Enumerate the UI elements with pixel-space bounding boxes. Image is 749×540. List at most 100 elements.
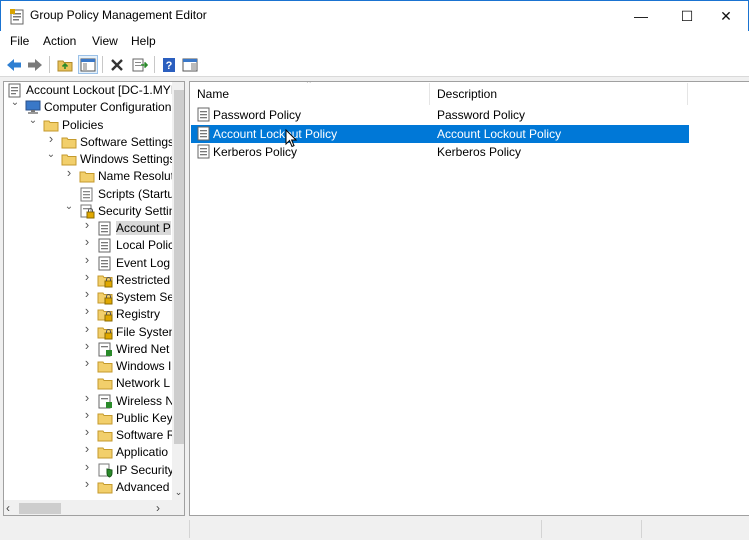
- scroll-down-arrow-icon[interactable]: ⌄: [173, 486, 184, 498]
- tree-horizontal-scroll-thumb[interactable]: [19, 503, 61, 514]
- menu-help[interactable]: Help: [131, 34, 156, 48]
- tree-item-label: Policies: [62, 117, 104, 132]
- tree-item-advanced-audit[interactable]: › Advanced: [4, 477, 172, 496]
- collapsed-chevron-icon[interactable]: ›: [82, 477, 92, 490]
- list-cell-description: Account Lockout Policy: [437, 126, 562, 141]
- forward-arrow-icon[interactable]: [25, 55, 45, 74]
- folder-icon: [97, 445, 113, 460]
- list-row[interactable]: Account Lockout Policy Account Lockout Po…: [191, 124, 689, 143]
- column-header-description[interactable]: Description: [430, 83, 688, 105]
- expanded-chevron-icon[interactable]: ⌄: [10, 98, 20, 108]
- folder-icon: [61, 135, 77, 150]
- minimize-button[interactable]: —: [618, 1, 664, 31]
- list-cell-description: Kerberos Policy: [437, 145, 522, 159]
- menu-view[interactable]: View: [92, 34, 118, 48]
- scroll-left-arrow-icon[interactable]: ‹: [6, 501, 16, 515]
- collapsed-chevron-icon[interactable]: ›: [82, 235, 92, 248]
- tree-item-label: Windows Settings: [80, 152, 176, 166]
- delete-icon[interactable]: [107, 55, 127, 74]
- folder-icon: [97, 376, 113, 391]
- collapsed-chevron-icon[interactable]: ›: [82, 425, 92, 438]
- list-row[interactable]: Password Policy Password Policy: [191, 106, 689, 124]
- collapsed-chevron-icon[interactable]: ›: [82, 253, 92, 266]
- scroll-right-arrow-icon[interactable]: ›: [156, 501, 166, 515]
- list-cell-name: Account Lockout Policy: [213, 126, 338, 141]
- help-icon[interactable]: ?: [159, 55, 179, 74]
- policy-grid-icon: [97, 221, 113, 236]
- policy-grid-icon: [97, 256, 113, 271]
- folder-icon: [97, 411, 113, 426]
- collapsed-chevron-icon[interactable]: ›: [64, 166, 74, 179]
- collapsed-chevron-icon[interactable]: ›: [82, 339, 92, 352]
- list-cell-name: Password Policy: [213, 108, 302, 122]
- window-title: Group Policy Management Editor: [30, 8, 207, 22]
- collapsed-chevron-icon[interactable]: ›: [82, 356, 92, 369]
- properties-pane-icon[interactable]: [180, 55, 200, 74]
- collapsed-chevron-icon[interactable]: ›: [82, 408, 92, 421]
- sort-ascending-icon: ⌃: [305, 81, 313, 89]
- tree-item-label: Wired Net: [116, 341, 170, 356]
- folder-lock-icon: [97, 325, 113, 340]
- toolbar: ?: [0, 52, 749, 77]
- minimize-icon: —: [634, 8, 648, 24]
- menu-file[interactable]: File: [10, 34, 29, 48]
- expanded-chevron-icon[interactable]: ⌄: [28, 115, 38, 126]
- tree-item-label: Wireless N: [116, 393, 175, 408]
- folder-icon: [97, 359, 113, 374]
- list-row[interactable]: Kerberos Policy Kerberos Policy: [191, 143, 689, 161]
- back-arrow-icon[interactable]: [4, 55, 24, 74]
- collapsed-chevron-icon[interactable]: ›: [82, 270, 92, 283]
- tree-item-label: Account P: [116, 221, 171, 235]
- tree-item-label: Event Log: [116, 255, 171, 270]
- collapsed-chevron-icon[interactable]: ›: [82, 460, 92, 473]
- console-tree[interactable]: Account Lockout [DC-1.MYI ⌄ Computer Confi…: [3, 81, 185, 516]
- maximize-icon: ☐: [680, 7, 694, 24]
- tree-item-label: Windows I: [116, 359, 172, 373]
- collapsed-chevron-icon[interactable]: ›: [82, 391, 92, 404]
- details-pane[interactable]: Name ⌃ Description Password Policy Passwo…: [189, 81, 749, 516]
- folder-lock-icon: [97, 307, 113, 322]
- collapsed-chevron-icon[interactable]: ›: [82, 304, 92, 317]
- policy-doc-icon: [196, 107, 212, 125]
- status-divider: [541, 520, 542, 538]
- tree-item-scripts[interactable]: Scripts (Startu: [4, 186, 174, 203]
- tree-item-label: Advanced: [116, 479, 170, 494]
- tree-item-label: Applicatio: [116, 445, 169, 460]
- folder-lock-icon: [97, 273, 113, 288]
- tree-item-label: File Systen: [116, 324, 176, 339]
- export-list-icon[interactable]: [130, 55, 150, 74]
- tree-item-label: Public Key: [116, 410, 173, 425]
- collapsed-chevron-icon[interactable]: ›: [46, 132, 56, 145]
- folder-lock-icon: [97, 290, 113, 305]
- tree-item-label: Computer Configuration: [44, 100, 172, 115]
- tree-item-policies[interactable]: ⌄ Policies: [4, 115, 172, 134]
- collapsed-chevron-icon[interactable]: ›: [82, 442, 92, 455]
- show-hide-tree-icon[interactable]: [78, 55, 98, 74]
- folder-icon: [97, 480, 113, 495]
- collapsed-chevron-icon[interactable]: ›: [82, 322, 92, 335]
- status-divider: [641, 520, 642, 538]
- collapsed-chevron-icon[interactable]: ›: [82, 218, 92, 231]
- title-bar[interactable]: Group Policy Management Editor — ☐ ✕: [0, 0, 749, 31]
- tree-item-root[interactable]: Account Lockout [DC-1.MYI: [4, 82, 174, 99]
- policy-doc-icon: [7, 83, 23, 98]
- computer-icon: [25, 100, 41, 115]
- tree-item-windows-firewall[interactable]: › Windows I: [4, 356, 172, 375]
- collapsed-chevron-icon[interactable]: ›: [82, 287, 92, 300]
- tree-item-windows-settings[interactable]: ⌄ Windows Settings: [4, 150, 176, 168]
- toolbar-separator: [49, 56, 50, 73]
- expanded-chevron-icon[interactable]: ⌄: [64, 201, 74, 212]
- tree-vertical-scroll-thumb[interactable]: [174, 90, 184, 444]
- net-doc-icon: [97, 394, 113, 409]
- expanded-chevron-icon[interactable]: ⌄: [46, 150, 56, 160]
- tree-item-name-resolution[interactable]: › Name Resolut: [4, 166, 174, 185]
- up-folder-icon[interactable]: [55, 55, 75, 74]
- close-button[interactable]: ✕: [703, 1, 749, 31]
- menu-action[interactable]: Action: [43, 34, 76, 48]
- tree-item-label: Registry: [116, 307, 161, 322]
- folder-icon: [79, 169, 95, 184]
- status-divider: [189, 520, 190, 538]
- tree-item-label: System Se: [116, 290, 175, 304]
- tree-item-computer-configuration[interactable]: ⌄ Computer Configuration: [4, 98, 172, 116]
- tree-item-software-settings[interactable]: › Software Settings: [4, 132, 174, 151]
